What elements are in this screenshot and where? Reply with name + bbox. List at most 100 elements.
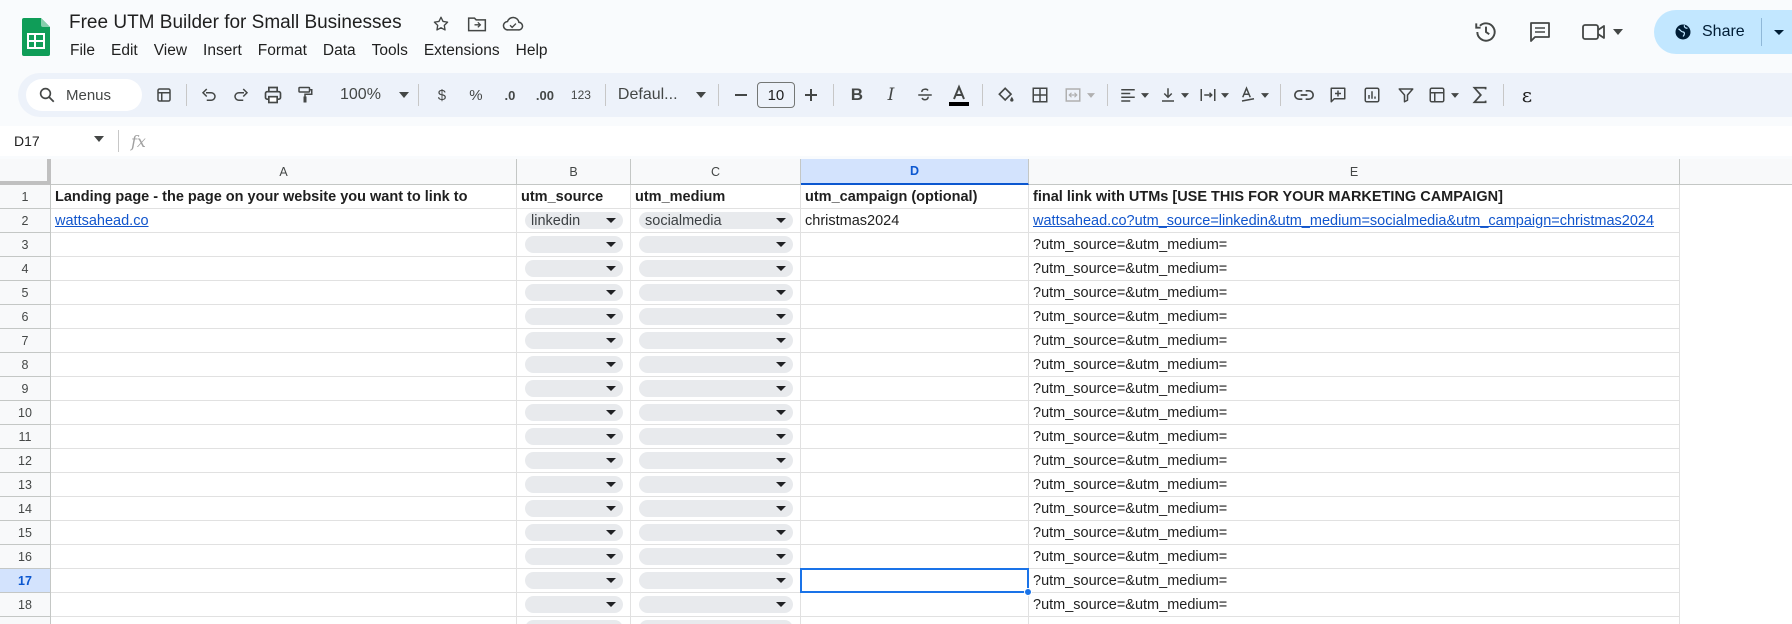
row-header[interactable]: 6 xyxy=(0,305,51,329)
menu-help[interactable]: Help xyxy=(508,40,556,62)
dropdown-arrow-icon[interactable] xyxy=(776,266,786,271)
cell-b[interactable] xyxy=(517,305,631,329)
dropdown-chip[interactable] xyxy=(639,572,793,589)
cell-b[interactable] xyxy=(517,257,631,281)
dropdown-chip[interactable] xyxy=(639,404,793,421)
menu-edit[interactable]: Edit xyxy=(103,40,146,62)
font-size-input[interactable]: 10 xyxy=(756,82,795,108)
dropdown-chip[interactable] xyxy=(639,380,793,397)
cell-d[interactable]: utm_campaign (optional) xyxy=(801,185,1029,209)
dropdown-chip[interactable]: socialmedia xyxy=(639,212,793,229)
cell-c[interactable] xyxy=(631,617,801,624)
menu-tools[interactable]: Tools xyxy=(364,40,416,62)
dropdown-chip[interactable] xyxy=(525,404,623,421)
row-header[interactable]: 10 xyxy=(0,401,51,425)
font-size-increase-button[interactable] xyxy=(795,79,827,111)
insert-link-icon[interactable] xyxy=(1287,79,1321,111)
dropdown-chip[interactable] xyxy=(639,500,793,517)
dropdown-arrow-icon[interactable] xyxy=(776,530,786,535)
cell-d[interactable] xyxy=(801,473,1029,497)
dropdown-arrow-icon[interactable] xyxy=(776,434,786,439)
menu-file[interactable]: File xyxy=(62,40,103,62)
cell-a[interactable] xyxy=(51,257,517,281)
cell-e[interactable]: ?utm_source=&utm_medium= xyxy=(1029,521,1680,545)
dropdown-chip[interactable] xyxy=(525,356,623,373)
cell-c[interactable] xyxy=(631,569,801,593)
cell-d[interactable] xyxy=(801,425,1029,449)
cell-e[interactable]: final link with UTMs [USE THIS FOR YOUR … xyxy=(1029,185,1680,209)
cell-e[interactable]: ?utm_source=&utm_medium= xyxy=(1029,281,1680,305)
dropdown-arrow-icon[interactable] xyxy=(776,410,786,415)
dropdown-arrow-icon[interactable] xyxy=(606,410,616,415)
fill-handle[interactable] xyxy=(1024,588,1032,596)
cell-d[interactable] xyxy=(801,497,1029,521)
dropdown-arrow-icon[interactable] xyxy=(606,338,616,343)
dropdown-chip[interactable] xyxy=(639,308,793,325)
dropdown-arrow-icon[interactable] xyxy=(606,530,616,535)
cell-d[interactable] xyxy=(801,353,1029,377)
cell-b[interactable] xyxy=(517,401,631,425)
menu-insert[interactable]: Insert xyxy=(195,40,250,62)
dropdown-arrow-icon[interactable] xyxy=(606,362,616,367)
dropdown-arrow-icon[interactable] xyxy=(606,482,616,487)
cell-a[interactable] xyxy=(51,353,517,377)
percent-format-button[interactable]: % xyxy=(459,79,493,111)
cell-c[interactable]: socialmedia xyxy=(631,209,801,233)
dropdown-chip[interactable] xyxy=(525,332,623,349)
cell-b[interactable] xyxy=(517,521,631,545)
dropdown-arrow-icon[interactable] xyxy=(776,386,786,391)
dropdown-arrow-icon[interactable] xyxy=(606,218,616,223)
version-history-icon[interactable] xyxy=(1466,12,1506,52)
cell-a[interactable] xyxy=(51,233,517,257)
cell-c[interactable] xyxy=(631,305,801,329)
cell-c[interactable]: utm_medium xyxy=(631,185,801,209)
dropdown-arrow-icon[interactable] xyxy=(776,578,786,583)
dropdown-chip[interactable] xyxy=(525,620,623,624)
cell-d[interactable] xyxy=(801,521,1029,545)
spreadsheet-grid[interactable]: ABCDE 1 Landing page - the page on your w… xyxy=(0,159,1792,624)
dropdown-chip[interactable] xyxy=(525,428,623,445)
row-header[interactable]: 7 xyxy=(0,329,51,353)
formula-input[interactable] xyxy=(158,129,1792,153)
cell-c[interactable] xyxy=(631,257,801,281)
dropdown-chip[interactable] xyxy=(525,524,623,541)
row-header[interactable]: 11 xyxy=(0,425,51,449)
strikethrough-icon[interactable] xyxy=(908,79,942,111)
cell-a[interactable] xyxy=(51,305,517,329)
vertical-align-icon[interactable] xyxy=(1154,79,1194,111)
cell-d[interactable] xyxy=(801,281,1029,305)
cell-b[interactable]: utm_source xyxy=(517,185,631,209)
dropdown-arrow-icon[interactable] xyxy=(606,242,616,247)
row-header[interactable]: 5 xyxy=(0,281,51,305)
extension-epsilon-icon[interactable]: ɛ xyxy=(1510,79,1544,111)
document-title[interactable]: Free UTM Builder for Small Businesses xyxy=(69,12,402,34)
star-icon[interactable] xyxy=(430,13,452,35)
dropdown-chip[interactable] xyxy=(525,380,623,397)
cell-d[interactable] xyxy=(801,329,1029,353)
cell-e[interactable]: wattsahead.co?utm_source=linkedin&utm_me… xyxy=(1029,209,1680,233)
cell-b[interactable] xyxy=(517,473,631,497)
comments-icon[interactable] xyxy=(1520,12,1560,52)
dropdown-chip[interactable]: linkedin xyxy=(525,212,623,229)
fill-color-icon[interactable] xyxy=(989,79,1023,111)
cloud-saved-icon[interactable] xyxy=(502,13,524,35)
cell-d[interactable] xyxy=(801,377,1029,401)
row-header[interactable]: 9 xyxy=(0,377,51,401)
row-header[interactable]: 3 xyxy=(0,233,51,257)
insert-chart-icon[interactable] xyxy=(1355,79,1389,111)
cell-c[interactable] xyxy=(631,425,801,449)
cell-b[interactable] xyxy=(517,377,631,401)
dropdown-chip[interactable] xyxy=(639,236,793,253)
dropdown-arrow-icon[interactable] xyxy=(606,578,616,583)
row-header[interactable]: 8 xyxy=(0,353,51,377)
cell-a[interactable] xyxy=(51,593,517,617)
text-wrapping-icon[interactable] xyxy=(1194,79,1234,111)
cell-a[interactable] xyxy=(51,329,517,353)
cell-e[interactable]: ?utm_source=&utm_medium= xyxy=(1029,569,1680,593)
cell-c[interactable] xyxy=(631,281,801,305)
row-header[interactable]: 17 xyxy=(0,569,51,593)
dropdown-chip[interactable] xyxy=(525,500,623,517)
cell-e[interactable]: ?utm_source=&utm_medium= xyxy=(1029,425,1680,449)
zoom-select[interactable]: 100% xyxy=(337,79,412,111)
cell-e[interactable]: ?utm_source=&utm_medium= xyxy=(1029,233,1680,257)
